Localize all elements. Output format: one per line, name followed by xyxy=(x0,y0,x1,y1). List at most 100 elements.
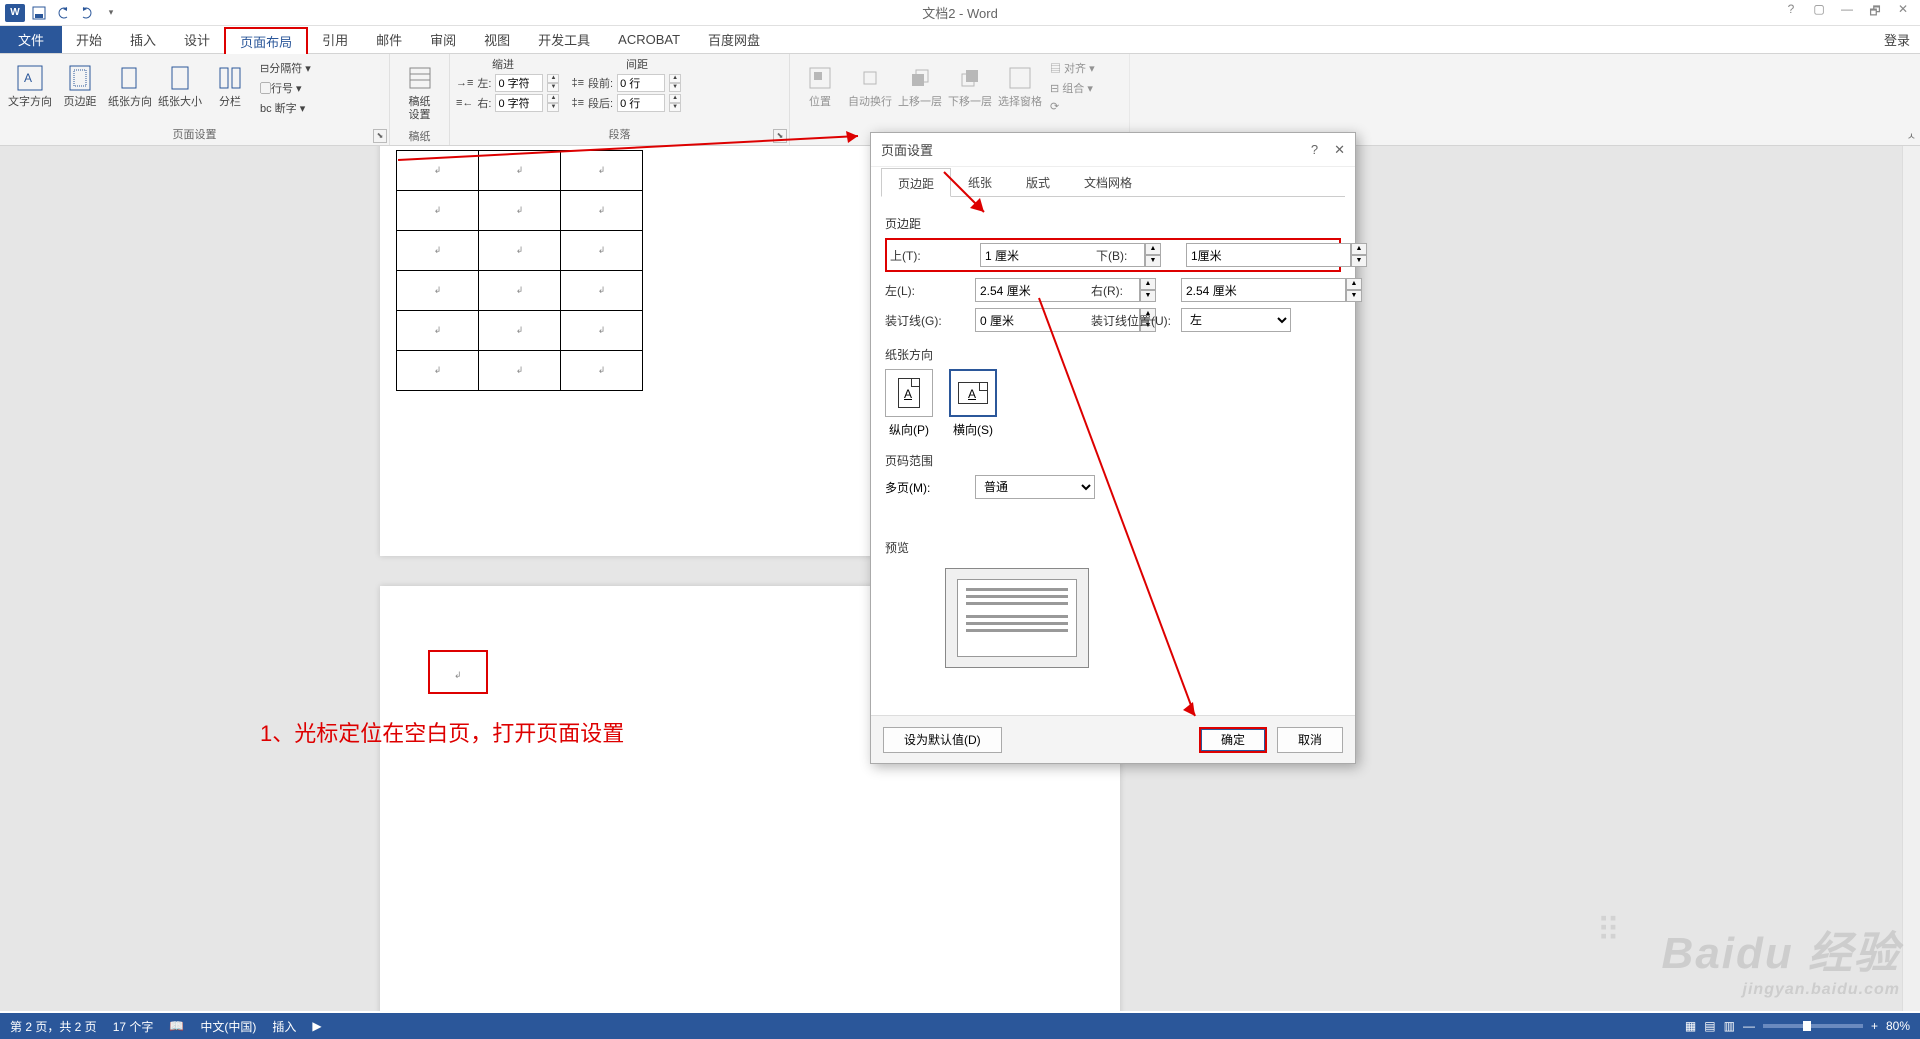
help-button[interactable]: ? xyxy=(1782,2,1800,23)
gutter-pos-select[interactable]: 左 xyxy=(1181,308,1291,332)
indent-left-input[interactable] xyxy=(495,74,543,92)
save-icon[interactable] xyxy=(28,2,50,24)
text-direction-icon: A xyxy=(14,62,46,94)
view-web-layout-icon[interactable]: ▥ xyxy=(1724,1019,1735,1033)
tab-acrobat[interactable]: ACROBAT xyxy=(604,26,694,53)
ok-button[interactable]: 确定 xyxy=(1199,727,1267,753)
dialog-tab-paper[interactable]: 纸张 xyxy=(951,167,1009,196)
indent-right-input[interactable] xyxy=(495,94,543,112)
margin-right-input[interactable]: ▲▼ xyxy=(1181,278,1291,302)
ribbon-display-button[interactable]: ▢ xyxy=(1810,2,1828,23)
spin-up[interactable]: ▲ xyxy=(1346,278,1362,290)
size-button[interactable]: 纸张大小 xyxy=(156,58,204,109)
tab-baidu[interactable]: 百度网盘 xyxy=(694,26,774,53)
tab-view[interactable]: 视图 xyxy=(470,26,524,53)
status-page[interactable]: 第 2 页，共 2 页 xyxy=(10,1018,97,1035)
manuscript-icon xyxy=(404,62,436,94)
tab-insert[interactable]: 插入 xyxy=(116,26,170,53)
close-button[interactable]: ✕ xyxy=(1894,2,1912,23)
redo-icon[interactable] xyxy=(76,2,98,24)
restore-button[interactable]: 🗗 xyxy=(1866,2,1884,23)
manuscript-button[interactable]: 稿纸 设置 xyxy=(396,58,443,122)
margin-bottom-input[interactable]: ▲▼ xyxy=(1186,243,1296,267)
spin-up[interactable]: ▲ xyxy=(1351,243,1367,255)
qat-customize-icon[interactable]: ▾ xyxy=(100,2,122,24)
spin-up[interactable]: ▲ xyxy=(547,74,559,83)
hyphenation-button[interactable]: bc 断字 ▾ xyxy=(260,100,311,116)
orientation-landscape-button[interactable]: A 横向(S) xyxy=(949,369,997,438)
multi-pages-label: 多页(M): xyxy=(885,479,955,496)
zoom-out-button[interactable]: — xyxy=(1743,1019,1755,1033)
position-button[interactable]: 位置 xyxy=(796,58,844,109)
status-word-count[interactable]: 17 个字 xyxy=(113,1018,154,1035)
spin-down[interactable]: ▼ xyxy=(547,83,559,92)
group-button[interactable]: ⊟ 组合 ▾ xyxy=(1050,80,1095,96)
tab-design[interactable]: 设计 xyxy=(170,26,224,53)
undo-icon[interactable] xyxy=(52,2,74,24)
dialog-title-bar[interactable]: 页面设置 ? ✕ xyxy=(871,133,1355,167)
bring-forward-button[interactable]: 上移一层 xyxy=(896,58,944,109)
status-macro-icon[interactable]: ▶ xyxy=(312,1019,321,1033)
rotate-button[interactable]: ⟳ xyxy=(1050,100,1095,113)
dialog-tab-grid[interactable]: 文档网格 xyxy=(1067,167,1149,196)
dialog-close-button[interactable]: ✕ xyxy=(1334,142,1345,158)
spin-down[interactable]: ▼ xyxy=(1351,255,1367,267)
tab-references[interactable]: 引用 xyxy=(308,26,362,53)
minimize-button[interactable]: — xyxy=(1838,2,1856,23)
vertical-scrollbar[interactable] xyxy=(1902,146,1920,1011)
status-insert-mode[interactable]: 插入 xyxy=(272,1018,296,1035)
document-table[interactable]: ↲↲↲ ↲↲↲ ↲↲↲ ↲↲↲ ↲↲↲ ↲↲↲ xyxy=(396,150,643,391)
zoom-level[interactable]: 80% xyxy=(1886,1019,1910,1033)
orientation-portrait-button[interactable]: A 纵向(P) xyxy=(885,369,933,438)
gutter-input[interactable]: ▲▼ xyxy=(975,308,1085,332)
selection-pane-button[interactable]: 选择窗格 xyxy=(996,58,1044,109)
status-proofing-icon[interactable]: 📖 xyxy=(169,1019,184,1033)
zoom-slider[interactable] xyxy=(1763,1024,1863,1028)
cancel-button[interactable]: 取消 xyxy=(1277,727,1343,753)
tab-developer[interactable]: 开发工具 xyxy=(524,26,604,53)
dialog-help-button[interactable]: ? xyxy=(1311,142,1318,158)
set-default-button[interactable]: 设为默认值(D) xyxy=(883,727,1002,753)
wrap-button[interactable]: 自动换行 xyxy=(846,58,894,109)
tab-page-layout[interactable]: 页面布局 xyxy=(224,27,308,54)
orientation-button[interactable]: 纸张方向 xyxy=(106,58,154,109)
tab-file[interactable]: 文件 xyxy=(0,26,62,53)
group-manuscript-label: 稿纸 xyxy=(390,126,449,147)
line-numbers-button[interactable]: ▢行号 ▾ xyxy=(260,80,311,96)
page-setup-launcher[interactable]: ⬊ xyxy=(373,129,387,143)
margins-button[interactable]: 页边距 xyxy=(56,58,104,109)
spin-down[interactable]: ▼ xyxy=(547,103,559,112)
send-backward-button[interactable]: 下移一层 xyxy=(946,58,994,109)
spacing-before-icon: ‡≡ xyxy=(571,77,584,89)
columns-button[interactable]: 分栏 xyxy=(206,58,254,109)
login-link[interactable]: 登录 xyxy=(1884,26,1920,53)
spacing-after-input[interactable] xyxy=(617,94,665,112)
collapse-ribbon-icon[interactable]: ㅅ xyxy=(1907,128,1916,143)
tab-review[interactable]: 审阅 xyxy=(416,26,470,53)
text-direction-button[interactable]: A 文字方向 xyxy=(6,58,54,109)
view-read-mode-icon[interactable]: ▤ xyxy=(1704,1019,1715,1033)
breaks-button[interactable]: ⊟分隔符 ▾ xyxy=(260,60,311,76)
spin-up[interactable]: ▲ xyxy=(669,94,681,103)
spin-down[interactable]: ▼ xyxy=(1346,290,1362,302)
paragraph-launcher[interactable]: ⬊ xyxy=(773,129,787,143)
word-logo-icon: W xyxy=(4,2,26,24)
tab-mailings[interactable]: 邮件 xyxy=(362,26,416,53)
spin-up[interactable]: ▲ xyxy=(547,94,559,103)
spin-down[interactable]: ▼ xyxy=(669,103,681,112)
tab-home[interactable]: 开始 xyxy=(62,26,116,53)
section-orientation-title: 纸张方向 xyxy=(885,346,1341,363)
align-button[interactable]: ▤ 对齐 ▾ xyxy=(1050,60,1095,76)
spin-down[interactable]: ▼ xyxy=(669,83,681,92)
page-setup-dialog: 页面设置 ? ✕ 页边距 纸张 版式 文档网格 页边距 上(T): ▲▼ 下(B… xyxy=(870,132,1356,764)
zoom-in-button[interactable]: + xyxy=(1871,1019,1878,1033)
multi-pages-select[interactable]: 普通 xyxy=(975,475,1095,499)
dialog-tab-layout[interactable]: 版式 xyxy=(1009,167,1067,196)
status-language[interactable]: 中文(中国) xyxy=(200,1018,256,1035)
margin-left-input[interactable]: ▲▼ xyxy=(975,278,1085,302)
spacing-before-input[interactable] xyxy=(617,74,665,92)
dialog-tab-margins[interactable]: 页边距 xyxy=(881,168,951,197)
margin-top-input[interactable]: ▲▼ xyxy=(980,243,1090,267)
view-print-layout-icon[interactable]: ▦ xyxy=(1685,1019,1696,1033)
spin-up[interactable]: ▲ xyxy=(669,74,681,83)
